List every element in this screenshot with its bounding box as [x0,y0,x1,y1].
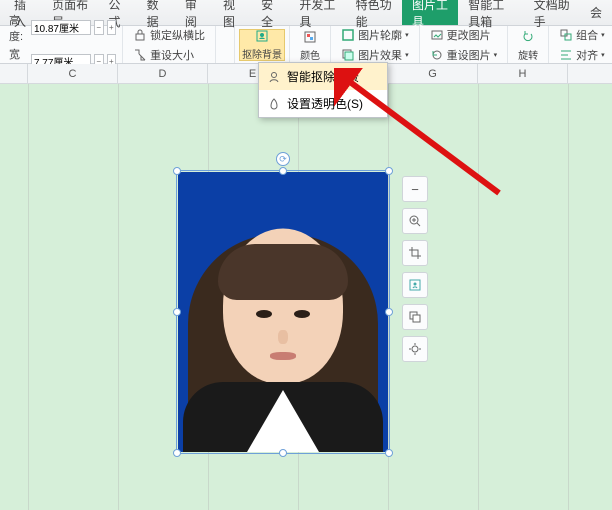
chevron-down-icon: ▾ [601,51,605,59]
color-button[interactable]: 颜色 [296,29,324,61]
remove-background-button[interactable]: 抠除背景 [239,29,285,61]
align-button[interactable]: 对齐▾ [555,46,609,64]
ribbon: 高度: − + 宽度: − + 锁定纵横比 重设大小 [0,26,612,64]
tab-smart[interactable]: 智能工具箱 [458,0,523,25]
col-corner[interactable] [0,64,28,83]
smart-remove-bg-icon [267,70,281,84]
chevron-down-icon: ▾ [405,51,409,59]
lock-icon [133,28,147,42]
group-icon [559,28,573,42]
side-ai-button[interactable] [402,272,428,298]
outline-button[interactable]: 图片轮廓▾ [337,26,413,44]
col-C[interactable]: C [28,64,118,83]
tab-picture-tools[interactable]: 图片工具 [402,0,458,25]
resize-handle-tr[interactable] [385,167,393,175]
tab-docassist[interactable]: 文档助手 [524,0,580,25]
portrait-image [178,172,388,452]
outline-icon [341,28,355,42]
side-collapse-button[interactable]: − [402,176,428,202]
picture-side-toolbar: − [402,176,430,362]
tab-special[interactable]: 特色功能 [346,0,402,25]
height-label: 高度: [9,12,28,44]
height-step-down[interactable]: − [94,20,104,35]
side-crop-button[interactable] [402,240,428,266]
tab-security[interactable]: 安全 [251,0,289,25]
side-zoom-button[interactable] [402,208,428,234]
side-layers-button[interactable] [402,304,428,330]
tab-review[interactable]: 审阅 [175,0,213,25]
tab-data[interactable]: 数据 [137,0,175,25]
change-pic-button[interactable]: 更改图片 [426,26,502,44]
tab-dev[interactable]: 开发工具 [289,0,345,25]
change-pic-icon [430,28,444,42]
color-icon [303,30,317,44]
rotate-button[interactable]: 旋转 [514,29,542,61]
resize-handle-ml[interactable] [173,308,181,316]
height-step-up[interactable]: + [107,20,117,35]
col-G[interactable]: G [388,64,478,83]
tab-view[interactable]: 视图 [213,0,251,25]
eyedropper-icon [267,97,281,111]
resize-handle-bl[interactable] [173,449,181,457]
resize-handle-tl[interactable] [173,167,181,175]
remove-bg-icon [255,29,269,43]
col-H[interactable]: H [478,64,568,83]
lock-ratio[interactable]: 锁定纵横比 [129,26,209,44]
reset-pic-button[interactable]: 重设图片▾ [426,46,502,64]
effect-button[interactable]: 图片效果▾ [337,46,413,64]
reset-size[interactable]: 重设大小 [129,46,209,64]
chevron-down-icon: ▾ [494,51,498,59]
rotate-handle[interactable]: ⟳ [276,152,290,166]
side-brightness-button[interactable] [402,336,428,362]
remove-bg-dropdown: 智能抠除背景 设置透明色(S) [258,62,388,118]
selected-picture[interactable]: ⟳ [178,172,388,452]
reset-pic-icon [430,48,444,62]
reset-size-icon [133,48,147,62]
chevron-down-icon: ▾ [601,31,605,39]
align-icon [559,48,573,62]
chevron-down-icon: ▾ [405,31,409,39]
resize-handle-br[interactable] [385,449,393,457]
effect-icon [341,48,355,62]
col-D[interactable]: D [118,64,208,83]
height-input[interactable] [31,20,91,35]
smart-remove-bg-item[interactable]: 智能抠除背景 [259,63,387,90]
resize-handle-bm[interactable] [279,449,287,457]
tab-more[interactable]: 会 [580,0,612,25]
set-transparent-color-item[interactable]: 设置透明色(S) [259,90,387,117]
resize-handle-mr[interactable] [385,308,393,316]
group-button[interactable]: 组合▾ [555,26,609,44]
resize-handle-tm[interactable] [279,167,287,175]
rotate-icon [521,30,535,44]
